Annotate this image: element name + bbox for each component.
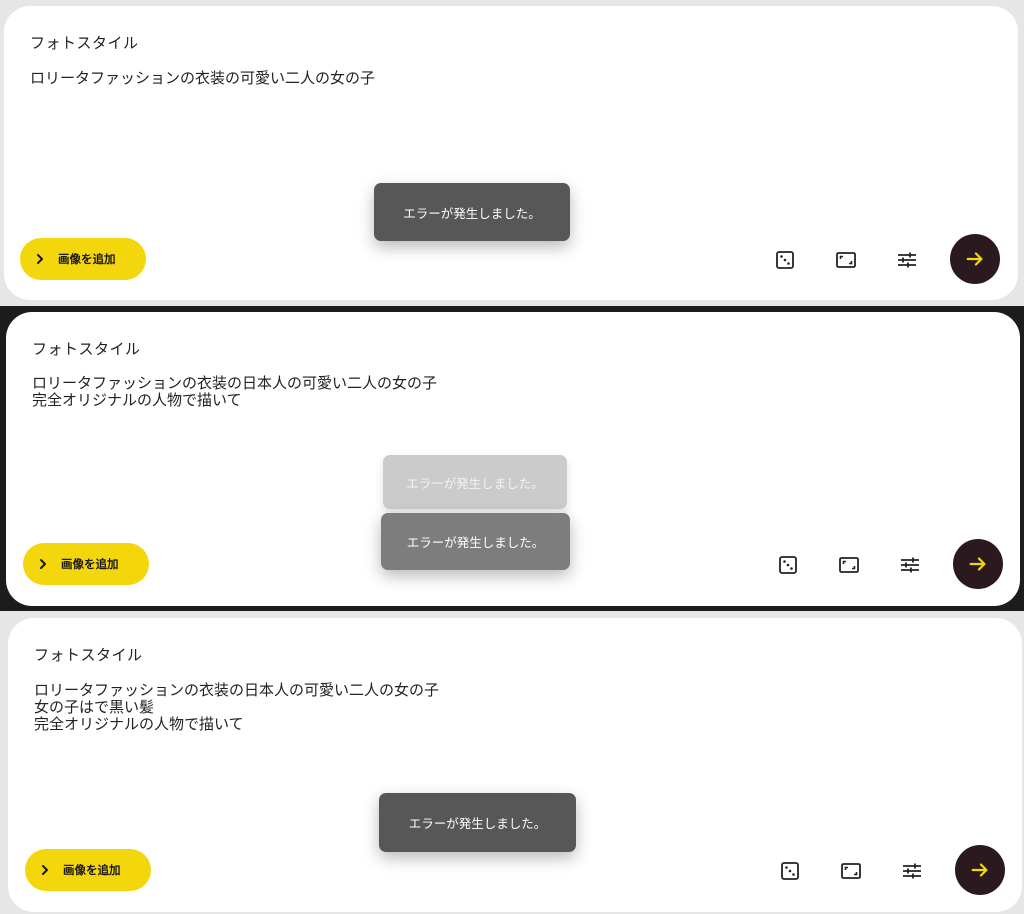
style-label: フォトスタイル (34, 646, 143, 664)
add-image-label: 画像を追加 (61, 557, 119, 571)
add-image-button[interactable]: 画像を追加 (20, 238, 146, 280)
send-button[interactable] (950, 234, 1000, 284)
arrow-right-icon (966, 252, 983, 266)
error-toast: エラーが発生しました。 (381, 513, 570, 570)
prompt-line: ロリータファッションの衣装の日本人の可愛い二人の女の子 (32, 374, 438, 392)
send-button[interactable] (955, 845, 1005, 895)
style-label: フォトスタイル (30, 34, 139, 52)
prompt-text[interactable]: ロリータファッションの衣装の可愛い二人の女の子 (30, 70, 375, 87)
prompt-text[interactable]: ロリータファッションの衣装の日本人の可愛い二人の女の子 女の子はで黒い髪 完全オ… (34, 682, 439, 733)
error-toast-fading: エラーが発生しました。 (383, 455, 567, 509)
dice-icon[interactable] (778, 859, 802, 883)
aspect-ratio-icon[interactable] (837, 553, 861, 577)
dice-icon[interactable] (776, 553, 800, 577)
add-image-label: 画像を追加 (63, 863, 121, 877)
error-toast: エラーが発生しました。 (374, 183, 570, 241)
prompt-line: 女の子はで黒い髪 (34, 698, 155, 716)
sliders-icon[interactable] (898, 553, 922, 577)
sliders-icon[interactable] (895, 248, 919, 272)
add-image-button[interactable]: 画像を追加 (25, 849, 151, 891)
add-image-button[interactable]: 画像を追加 (23, 543, 149, 585)
prompt-panel-1: フォトスタイル ロリータファッションの衣装の可愛い二人の女の子 画像を追加 エラ… (4, 6, 1018, 300)
prompt-line: ロリータファッションの衣装の日本人の可愛い二人の女の子 (34, 681, 440, 699)
error-toast: エラーが発生しました。 (379, 793, 576, 852)
aspect-ratio-icon[interactable] (839, 859, 863, 883)
prompt-line: ロリータファッションの衣装の可愛い二人の女の子 (30, 69, 376, 87)
add-image-label: 画像を追加 (58, 252, 116, 266)
sliders-icon[interactable] (900, 859, 924, 883)
prompt-text[interactable]: ロリータファッションの衣装の日本人の可愛い二人の女の子 完全オリジナルの人物で描… (32, 375, 437, 409)
send-button[interactable] (953, 539, 1003, 589)
aspect-ratio-icon[interactable] (834, 248, 858, 272)
chevron-right-icon (42, 865, 48, 875)
prompt-line: 完全オリジナルの人物で描いて (34, 715, 244, 733)
arrow-right-icon (969, 557, 986, 571)
dice-icon[interactable] (773, 248, 797, 272)
prompt-line: 完全オリジナルの人物で描いて (32, 391, 242, 409)
prompt-panel-3: フォトスタイル ロリータファッションの衣装の日本人の可愛い二人の女の子 女の子は… (8, 618, 1022, 912)
chevron-right-icon (37, 254, 43, 264)
style-label: フォトスタイル (32, 340, 141, 358)
chevron-right-icon (40, 559, 46, 569)
prompt-panel-2: フォトスタイル ロリータファッションの衣装の日本人の可愛い二人の女の子 完全オリ… (6, 312, 1020, 606)
arrow-right-icon (971, 863, 988, 877)
